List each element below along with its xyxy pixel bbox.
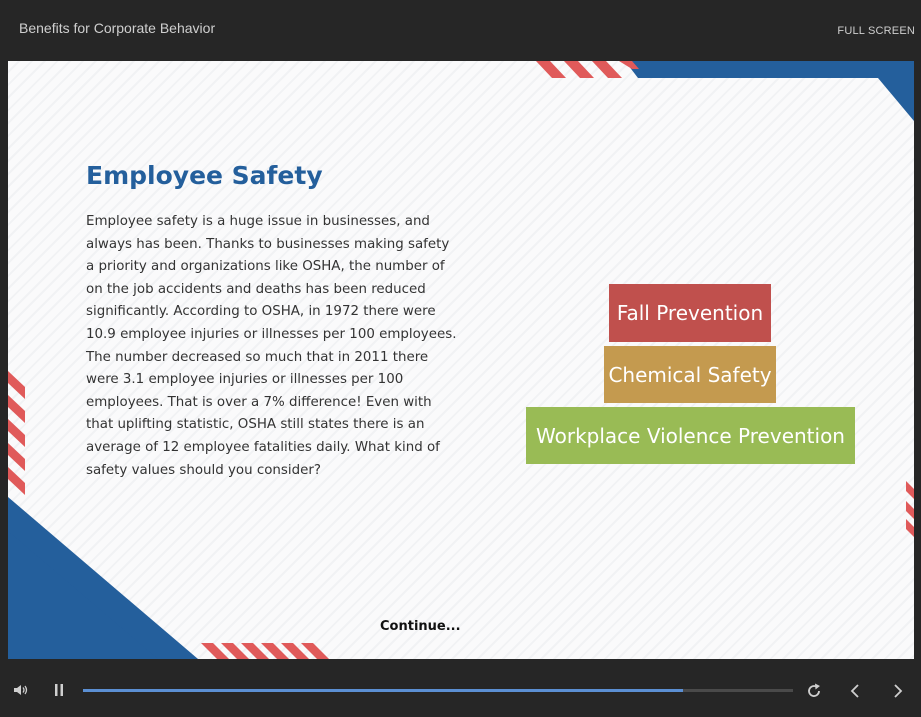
slide-heading: Employee Safety <box>86 161 323 190</box>
top-bar: Benefits for Corporate Behavior FULL SCR… <box>0 0 921 60</box>
progress-bar[interactable] <box>83 689 793 692</box>
fullscreen-button[interactable]: FULL SCREEN <box>837 25 915 37</box>
slide-body-text: Employee safety is a huge issue in busin… <box>86 214 457 478</box>
continue-link[interactable]: Continue... <box>380 619 461 634</box>
next-icon[interactable] <box>889 681 907 701</box>
course-title: Benefits for Corporate Behavior <box>19 20 216 36</box>
previous-icon[interactable] <box>846 681 864 701</box>
replay-icon[interactable] <box>804 681 824 701</box>
pyramid-tier-chemical-safety: Chemical Safety <box>604 346 776 403</box>
pyramid-tier-workplace-violence: Workplace Violence Prevention <box>526 407 855 464</box>
progress-fill <box>83 689 683 692</box>
slide-canvas: Employee Safety Employee safety is a hug… <box>8 61 914 659</box>
volume-icon[interactable] <box>12 681 30 699</box>
player-controls <box>0 659 921 717</box>
pyramid-tier-fall-prevention: Fall Prevention <box>609 284 771 342</box>
pause-icon[interactable] <box>51 681 67 699</box>
